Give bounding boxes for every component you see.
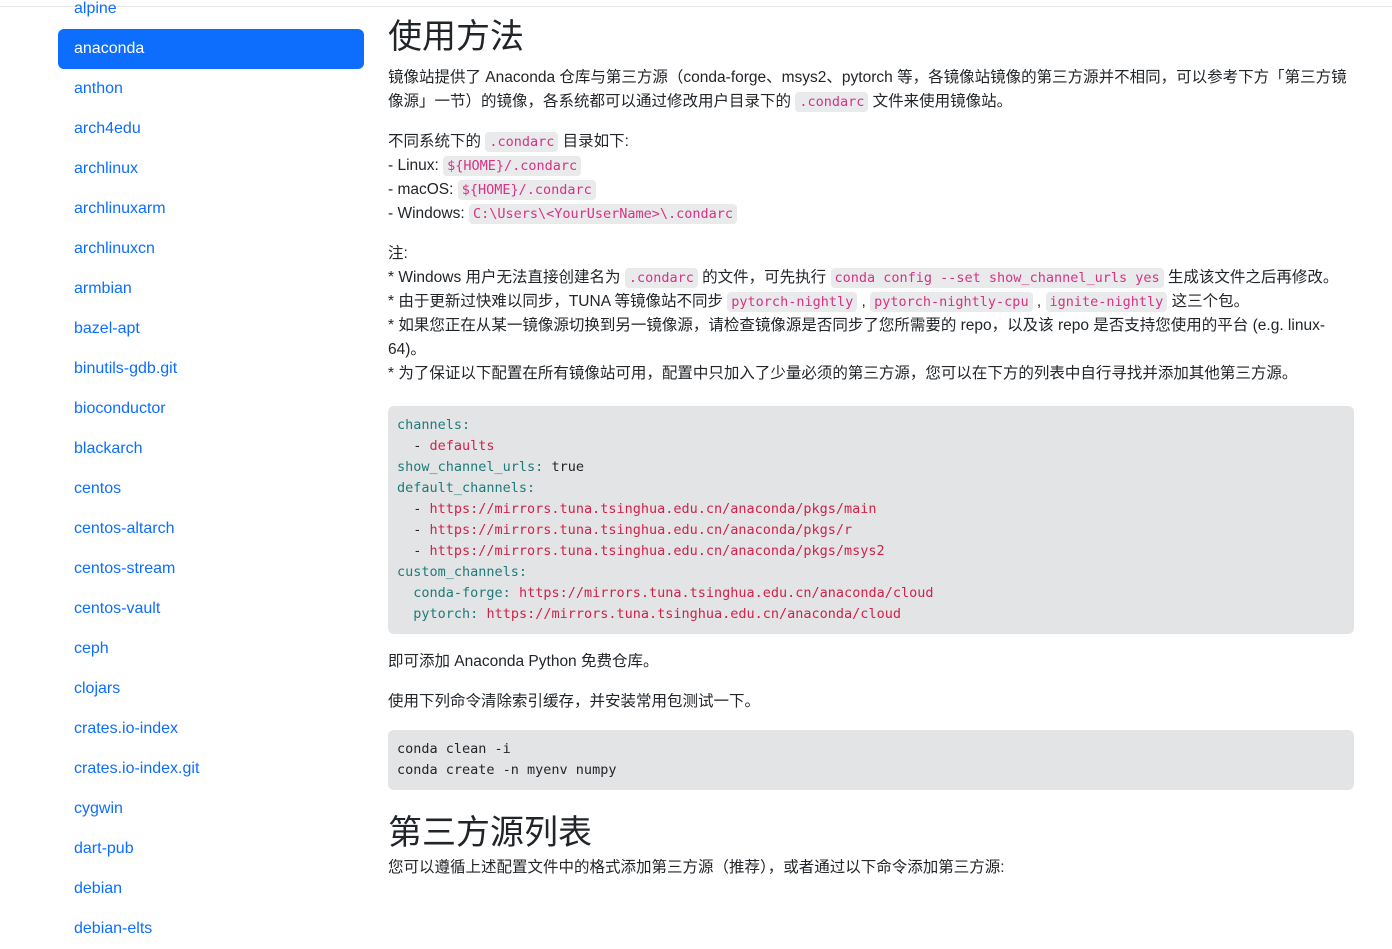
macos-path: ${HOME}/.condarc: [457, 180, 596, 200]
sidebar-item-archlinux[interactable]: archlinux: [58, 149, 364, 189]
note-text: 生成该文件之后再修改。: [1163, 269, 1339, 286]
inline-code: ignite-nightly: [1045, 292, 1168, 312]
sidebar-item-debian-elts[interactable]: debian-elts: [58, 909, 364, 949]
mirror-sidebar: alpine anaconda anthon arch4edu archlinux arc…: [58, 0, 364, 949]
command-line: conda clean -i: [397, 741, 511, 757]
section-title: 第三方源列表: [388, 814, 592, 852]
sidebar-item-bazel-apt[interactable]: bazel-apt: [58, 309, 364, 349]
sidebar-item-debian[interactable]: debian: [58, 869, 364, 909]
code-value: https://mirrors.tuna.tsinghua.edu.cn/ana…: [486, 606, 901, 622]
inline-code: conda config --set show_channel_urls yes: [830, 268, 1164, 288]
text: ,: [857, 293, 871, 310]
code-key: channels:: [397, 417, 471, 433]
sidebar-item-centos-vault[interactable]: centos-vault: [58, 589, 364, 629]
sidebar-item-blackarch[interactable]: blackarch: [58, 429, 364, 469]
code-value: https://mirrors.tuna.tsinghua.edu.cn/ana…: [429, 501, 877, 517]
linux-label: - Linux:: [388, 157, 444, 174]
inline-code: pytorch-nightly-cpu: [870, 292, 1033, 312]
intro-text: 文件来使用镜像站。: [868, 93, 1013, 110]
condarc-code-block[interactable]: channels: - defaults show_channel_urls: …: [388, 406, 1354, 634]
windows-path: C:\Users\<YourUserName>\.condarc: [468, 204, 738, 224]
inline-code: .condarc: [795, 92, 869, 112]
note-text: * 如果您正在从某一镜像源切换到另一镜像源，请检查镜像源是否同步了您所需要的 r…: [388, 317, 1325, 358]
inline-code: pytorch-nightly: [727, 292, 858, 312]
text: 不同系统下的: [388, 133, 486, 150]
command-line: conda create -n myenv numpy: [397, 762, 617, 778]
sidebar-item-cygwin[interactable]: cygwin: [58, 789, 364, 829]
sidebar-item-dart-pub[interactable]: dart-pub: [58, 829, 364, 869]
intro-paragraph: 镜像站提供了 Anaconda 仓库与第三方源（conda-forge、msys…: [388, 66, 1354, 114]
after-text-2: 使用下列命令清除索引缓存，并安装常用包测试一下。: [388, 693, 761, 710]
code-key: conda-forge:: [413, 585, 511, 601]
sidebar-item-crates-io-index-git[interactable]: crates.io-index.git: [58, 749, 364, 789]
windows-label: - Windows:: [388, 205, 469, 222]
code-value: https://mirrors.tuna.tsinghua.edu.cn/ana…: [429, 543, 885, 559]
sidebar-item-anaconda[interactable]: anaconda: [58, 29, 364, 69]
after-text-1: 即可添加 Anaconda Python 免费仓库。: [388, 653, 659, 670]
page-title: 使用方法: [388, 18, 524, 56]
sidebar-item-archlinuxcn[interactable]: archlinuxcn: [58, 229, 364, 269]
code-value: https://mirrors.tuna.tsinghua.edu.cn/ana…: [518, 585, 934, 601]
sidebar-item-clojars[interactable]: clojars: [58, 669, 364, 709]
sidebar-item-crates-io-index[interactable]: crates.io-index: [58, 709, 364, 749]
notes-paragraph: 注: * Windows 用户无法直接创建名为 .condarc 的文件，可先执…: [388, 242, 1354, 386]
sidebar-item-centos-altarch[interactable]: centos-altarch: [58, 509, 364, 549]
code-key: pytorch:: [413, 606, 479, 622]
sidebar-item-anthon[interactable]: anthon: [58, 69, 364, 109]
main-content: 使用方法 镜像站提供了 Anaconda 仓库与第三方源（conda-forge…: [388, 14, 1354, 896]
macos-label: - macOS:: [388, 181, 458, 198]
third-party-text: 您可以遵循上述配置文件中的格式添加第三方源（推荐），或者通过以下命令添加第三方源…: [388, 859, 1005, 876]
note-text: * Windows 用户无法直接创建名为: [388, 269, 625, 286]
code-key: default_channels:: [397, 480, 536, 496]
code-value: defaults: [429, 438, 495, 454]
sidebar-item-centos[interactable]: centos: [58, 469, 364, 509]
note-text: * 为了保证以下配置在所有镜像站可用，配置中只加入了少量必须的第三方源，您可以在…: [388, 365, 1298, 382]
inline-code: .condarc: [624, 268, 698, 288]
command-code-block[interactable]: conda clean -i conda create -n myenv num…: [388, 730, 1354, 790]
text: ,: [1032, 293, 1046, 310]
sidebar-item-binutils-gdb-git[interactable]: binutils-gdb.git: [58, 349, 364, 389]
dirs-paragraph: 不同系统下的 .condarc 目录如下: - Linux: ${HOME}/.…: [388, 130, 1354, 226]
code-value: https://mirrors.tuna.tsinghua.edu.cn/ana…: [429, 522, 853, 538]
text: 目录如下:: [558, 133, 629, 150]
note-text: * 由于更新过快难以同步，TUNA 等镜像站不同步: [388, 293, 728, 310]
sidebar-item-alpine[interactable]: alpine: [58, 0, 364, 29]
sidebar-item-archlinuxarm[interactable]: archlinuxarm: [58, 189, 364, 229]
linux-path: ${HOME}/.condarc: [443, 156, 582, 176]
sidebar-item-ceph[interactable]: ceph: [58, 629, 364, 669]
sidebar-item-centos-stream[interactable]: centos-stream: [58, 549, 364, 589]
sidebar-item-arch4edu[interactable]: arch4edu: [58, 109, 364, 149]
sidebar-item-bioconductor[interactable]: bioconductor: [58, 389, 364, 429]
code-key: custom_channels:: [397, 564, 528, 580]
code-key: show_channel_urls:: [397, 459, 544, 475]
inline-code: .condarc: [485, 132, 559, 152]
sidebar-item-armbian[interactable]: armbian: [58, 269, 364, 309]
code-value: true: [543, 459, 584, 475]
note-label: 注:: [388, 245, 408, 262]
note-text: 这三个包。: [1167, 293, 1250, 310]
note-text: 的文件，可先执行: [697, 269, 831, 286]
